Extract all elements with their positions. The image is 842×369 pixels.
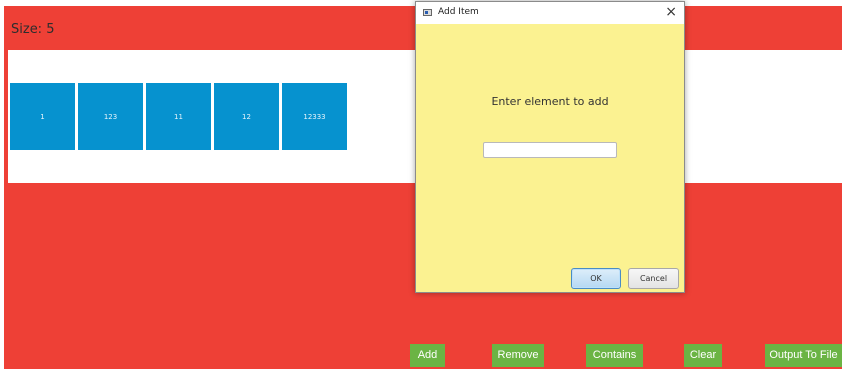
close-icon[interactable]: × (665, 4, 677, 20)
add-item-dialog: Add Item × Enter element to add OK Cance… (415, 1, 685, 293)
list-item: 11 (146, 83, 211, 150)
add-button[interactable]: Add (410, 344, 445, 367)
contains-button[interactable]: Contains (586, 344, 643, 367)
output-to-file-button[interactable]: Output To File (765, 344, 842, 367)
size-display: Size: 5 (11, 22, 55, 37)
list-item: 12 (214, 83, 279, 150)
list-item: 1 (10, 83, 75, 150)
dialog-title: Add Item (438, 7, 479, 17)
size-value: 5 (46, 22, 55, 37)
clear-button[interactable]: Clear (684, 344, 722, 367)
window-icon (423, 9, 432, 16)
cancel-button[interactable]: Cancel (628, 268, 679, 289)
size-label: Size: (11, 22, 43, 37)
remove-button[interactable]: Remove (492, 344, 544, 367)
element-input[interactable] (483, 142, 617, 158)
dialog-titlebar[interactable]: Add Item × (416, 2, 684, 24)
list-row: 1 123 11 12 12333 (10, 83, 347, 150)
list-item: 123 (78, 83, 143, 150)
ok-button[interactable]: OK (571, 268, 621, 289)
list-item: 12333 (282, 83, 347, 150)
dialog-prompt: Enter element to add (491, 95, 609, 108)
